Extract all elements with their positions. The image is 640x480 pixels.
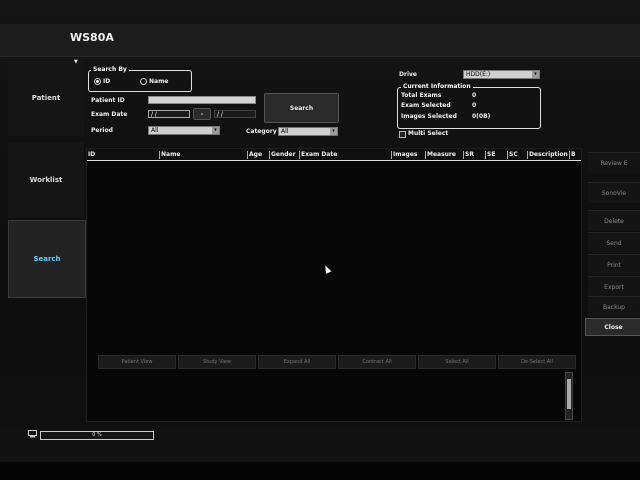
chevron-down-icon: ▾ xyxy=(532,71,539,78)
chevron-down-icon: ▾ xyxy=(330,128,337,135)
search-button[interactable]: Search xyxy=(264,93,339,123)
progress-text: 0 % xyxy=(92,432,102,438)
study-view-button[interactable]: Study View xyxy=(178,355,256,369)
contract-all-button[interactable]: Contract All xyxy=(338,355,416,369)
backup-button[interactable]: Backup xyxy=(588,296,640,317)
period-select[interactable]: All ▾ xyxy=(148,126,220,135)
delete-button[interactable]: Delete xyxy=(588,210,640,231)
category-value: All xyxy=(281,128,289,135)
nav-search[interactable]: Search xyxy=(8,220,86,298)
nav-worklist-label: Worklist xyxy=(29,176,63,184)
screen: WS80A Patient Worklist Search ▼ Search B… xyxy=(0,0,640,462)
col-id[interactable]: ID xyxy=(87,151,158,159)
col-description[interactable]: Description xyxy=(527,151,569,159)
patient-view-button[interactable]: Patient View xyxy=(98,355,176,369)
drive-value: HDD(E:) xyxy=(466,71,491,78)
app-title: WS80A xyxy=(70,31,114,44)
table-header: ID Name Age Gender Exam Date Images Meas… xyxy=(87,149,581,161)
expand-all-button[interactable]: Expand All xyxy=(258,355,336,369)
category-select[interactable]: All ▾ xyxy=(278,127,338,136)
period-label: Period xyxy=(91,127,113,134)
radio-name[interactable] xyxy=(140,78,147,85)
images-selected-label: Images Selected xyxy=(401,113,457,120)
col-age[interactable]: Age xyxy=(247,151,269,159)
exam-selected-label: Exam Selected xyxy=(401,102,451,109)
exam-date-label: Exam Date xyxy=(91,111,128,118)
radio-id-label: ID xyxy=(103,78,111,85)
col-name[interactable]: Name xyxy=(159,151,247,159)
col-sr[interactable]: SR xyxy=(463,151,485,159)
table-scrollbar[interactable] xyxy=(565,372,573,420)
patient-id-input[interactable] xyxy=(148,96,256,104)
select-all-button[interactable]: Select All xyxy=(418,355,496,369)
multi-select-label: Multi Select xyxy=(408,130,449,137)
chevron-down-icon: ▾ xyxy=(212,127,219,134)
nav-worklist[interactable]: Worklist xyxy=(8,142,84,218)
drive-label: Drive xyxy=(399,71,417,78)
progress-bar: 0 % xyxy=(40,431,154,440)
scrollbar-thumb[interactable] xyxy=(567,379,571,409)
category-label: Category xyxy=(246,128,277,135)
col-b[interactable]: B xyxy=(569,151,579,159)
col-measure[interactable]: Measure xyxy=(425,151,465,159)
nav-search-label: Search xyxy=(33,255,61,263)
total-exams-label: Total Exams xyxy=(401,92,442,99)
exam-selected-value: 0 xyxy=(472,102,477,109)
exam-date-to[interactable]: / / xyxy=(214,110,256,118)
col-images[interactable]: Images xyxy=(391,151,425,159)
nav-patient-label: Patient xyxy=(31,94,61,102)
send-button[interactable]: Send xyxy=(588,232,640,253)
title-bar: WS80A xyxy=(0,24,640,57)
drive-select[interactable]: HDD(E:) ▾ xyxy=(463,70,540,79)
close-button[interactable]: Close xyxy=(585,318,640,336)
exam-date-from[interactable]: / / xyxy=(148,110,190,118)
col-gender[interactable]: Gender xyxy=(269,151,299,159)
radio-id[interactable] xyxy=(94,78,101,85)
col-exam-date[interactable]: Exam Date xyxy=(299,151,391,159)
col-se[interactable]: SE xyxy=(485,151,507,159)
export-button[interactable]: Export xyxy=(588,276,640,297)
multi-select-checkbox[interactable] xyxy=(399,131,406,138)
period-value: All xyxy=(151,127,159,134)
patient-id-label: Patient ID xyxy=(91,97,125,104)
total-exams-value: 0 xyxy=(472,92,477,99)
search-by-legend: Search By xyxy=(91,66,129,73)
current-info-legend: Current Information xyxy=(401,83,473,90)
review-exam-button[interactable]: Review E xyxy=(588,152,640,173)
radio-name-label: Name xyxy=(149,78,169,85)
table-body[interactable] xyxy=(87,161,581,351)
storage-icon xyxy=(28,430,37,438)
col-sc[interactable]: SC xyxy=(507,151,529,159)
images-selected-value: 0(0B) xyxy=(472,113,491,120)
print-button[interactable]: Print xyxy=(588,254,640,275)
deselect-all-button[interactable]: De-Select All xyxy=(498,355,576,369)
collapse-arrow-icon[interactable]: ▼ xyxy=(74,59,78,65)
exam-table[interactable]: ID Name Age Gender Exam Date Images Meas… xyxy=(86,148,582,422)
nav-patient[interactable]: Patient xyxy=(8,60,84,136)
sonoview-button[interactable]: SonoVie xyxy=(588,182,640,203)
exam-date-separator: - xyxy=(193,108,211,120)
